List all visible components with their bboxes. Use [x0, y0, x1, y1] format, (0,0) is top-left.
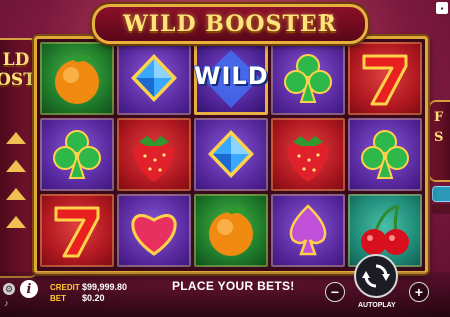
free-spins-side-panel[interactable]: F S — [428, 100, 450, 182]
reel-cell-club — [40, 118, 114, 191]
reel-cell-club — [348, 118, 422, 191]
reel-cell-club — [271, 42, 345, 115]
booster-arrow-icon — [6, 216, 26, 228]
booster-arrow-icon — [6, 188, 26, 200]
strawberry-symbol-icon — [133, 136, 175, 182]
bet-label: BET — [50, 294, 66, 303]
status-message: PLACE YOUR BETS! — [172, 279, 295, 293]
heart-symbol-icon — [131, 214, 177, 256]
wild-symbol-label: WILD — [194, 62, 268, 90]
orange-symbol-icon — [55, 54, 99, 104]
fullscreen-icon[interactable]: ▪ — [436, 2, 448, 14]
reel-cell-seven — [348, 42, 422, 115]
diamond-symbol-icon — [131, 54, 177, 102]
reel-grid: WILD — [40, 42, 422, 268]
reel-cell-orange — [194, 194, 268, 267]
club-symbol-icon — [284, 54, 332, 103]
booster-arrow-icon — [6, 132, 26, 144]
info-button[interactable]: i — [20, 280, 38, 298]
club-symbol-icon — [53, 130, 101, 179]
side-panel-title: LD OST — [0, 50, 36, 90]
free-spins-label: F S — [434, 110, 444, 145]
club-symbol-icon — [361, 130, 409, 179]
increase-bet-button[interactable]: + — [409, 282, 429, 302]
reel-cell-seven — [40, 194, 114, 267]
bet-value: $0.20 — [82, 293, 105, 303]
seven-symbol-icon — [54, 206, 100, 258]
diamond-symbol-icon — [208, 130, 254, 178]
sound-icon[interactable]: ♪ — [4, 298, 14, 308]
reel-cell-strawberry — [117, 118, 191, 191]
credit-value: $99,999.80 — [82, 282, 128, 292]
reel-cell-spade — [271, 194, 345, 267]
strawberry-symbol-icon — [287, 136, 329, 182]
buy-feature-tab[interactable] — [432, 186, 450, 202]
decrease-bet-button[interactable]: − — [325, 282, 345, 302]
game-title-banner: WILD BOOSTER TM — [92, 4, 368, 44]
booster-arrow-icon — [6, 160, 26, 172]
autoplay-button[interactable]: AUTOPLAY — [358, 302, 396, 309]
reel-cell-diamond — [194, 118, 268, 191]
reel-cell-strawberry — [271, 118, 345, 191]
spade-symbol-icon — [289, 204, 327, 256]
game-title: WILD BOOSTER — [123, 11, 337, 37]
wild-booster-side-panel: LD OST — [0, 38, 38, 278]
seven-symbol-icon — [362, 54, 408, 106]
reel-cell-heart — [117, 194, 191, 267]
trademark-mark: TM — [321, 13, 333, 22]
spin-button[interactable] — [354, 254, 398, 298]
spin-arrows-icon — [362, 264, 390, 288]
credit-label: CREDIT — [50, 283, 80, 292]
reel-cell-diamond — [117, 42, 191, 115]
reel-cell-wild: WILD — [194, 42, 268, 115]
side-tab — [432, 204, 450, 214]
settings-icon[interactable]: ⚙ — [3, 283, 15, 295]
reel-frame: WILD — [34, 36, 428, 274]
reel-cell-orange — [40, 42, 114, 115]
orange-symbol-icon — [209, 206, 253, 256]
